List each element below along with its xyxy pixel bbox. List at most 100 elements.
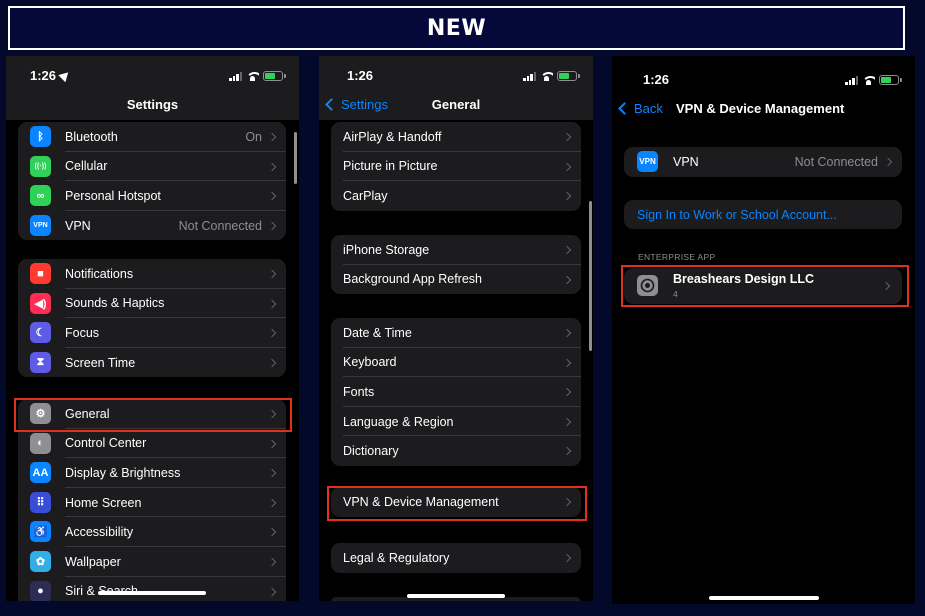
accessibility-icon: ♿	[30, 521, 51, 543]
settings-item-personal-hotspot[interactable]: ∞ Personal Hotspot	[18, 181, 286, 211]
chevron-right-icon	[562, 245, 572, 255]
control-center-icon: ◐	[30, 432, 51, 454]
row-label: Display & Brightness	[65, 465, 181, 480]
chevron-right-icon	[267, 162, 277, 171]
chevron-right-icon	[562, 132, 572, 142]
chevron-right-icon	[267, 269, 277, 279]
general-item-carplay[interactable]: CarPlay	[331, 181, 581, 211]
general-item-background-app-refresh[interactable]: Background App Refresh	[331, 265, 581, 295]
settings-item-notifications[interactable]: ■ Notifications	[18, 259, 286, 289]
back-button[interactable]: Back	[618, 101, 663, 116]
wifi-icon	[862, 75, 875, 85]
row-label: Sounds & Haptics	[65, 296, 165, 311]
row-value: Not Connected	[178, 218, 262, 233]
row-label: AirPlay & Handoff	[343, 129, 442, 144]
settings-item-screen-time[interactable]: ⧗ Screen Time	[18, 348, 286, 378]
general-item-fonts[interactable]: Fonts	[331, 377, 581, 407]
general-item-picture-in-picture[interactable]: Picture in Picture	[331, 152, 581, 182]
general-header: 1:26 Settings General	[319, 56, 593, 120]
general-item-date-time[interactable]: Date & Time	[331, 318, 581, 348]
chevron-right-icon	[267, 328, 277, 338]
settings-item-control-center[interactable]: ◐ Control Center	[18, 429, 286, 459]
chevron-right-icon	[267, 132, 277, 142]
settings-item-siri-search[interactable]: ●Siri & Search	[18, 577, 286, 601]
signal-icon	[523, 71, 536, 81]
chevron-right-icon	[562, 358, 572, 367]
hotspot-icon: ∞	[30, 185, 51, 207]
vpn-row[interactable]: VPN VPN Not Connected	[624, 147, 902, 177]
chevron-right-icon	[267, 587, 277, 596]
vpn-header: 1:26 Back VPN & Device Management	[612, 56, 915, 126]
wifi-icon	[540, 71, 553, 81]
vpn-device-highlight-box	[327, 486, 587, 521]
scrollbar[interactable]	[294, 132, 297, 184]
row-value: On	[245, 129, 262, 144]
settings-item-display-brightness[interactable]: AA Display & Brightness	[18, 458, 286, 488]
wallpaper-icon: ✿	[30, 551, 51, 572]
page-title: Settings	[126, 97, 179, 112]
row-label: Notifications	[65, 266, 134, 281]
sounds-icon: ◀)	[30, 292, 51, 314]
chevron-right-icon	[267, 498, 277, 508]
settings-item-accessibility[interactable]: ♿ Accessibility	[18, 517, 286, 547]
row-label: Wallpaper	[65, 554, 121, 569]
general-item-keyboard[interactable]: Keyboard	[331, 348, 581, 378]
settings-screen: 1:26 Settings ᛒ Bluetooth On ((·)) Cellular ∞…	[6, 56, 299, 601]
title-banner: NEW	[8, 6, 905, 50]
status-icons	[523, 71, 580, 81]
battery-icon	[557, 71, 580, 81]
settings-item-cellular[interactable]: ((·)) Cellular	[18, 152, 286, 182]
settings-item-home-screen[interactable]: ⠿ Home Screen	[18, 488, 286, 518]
general-group: Date & Time Keyboard Fonts Language & Regio…	[331, 318, 581, 466]
settings-item-focus[interactable]: ☾ Focus	[18, 318, 286, 348]
sign-in-work-school-button[interactable]: Sign In to Work or School Account...	[624, 200, 902, 229]
focus-moon-icon: ☾	[30, 322, 51, 344]
chevron-right-icon	[562, 275, 572, 284]
scrollbar[interactable]	[589, 201, 592, 351]
chevron-right-icon	[562, 162, 572, 171]
settings-item-bluetooth[interactable]: ᛒ Bluetooth On	[18, 122, 286, 152]
row-label: Home Screen	[65, 495, 142, 510]
settings-item-sounds-haptics[interactable]: ◀) Sounds & Haptics	[18, 289, 286, 319]
general-group: iPhone Storage Background App Refresh	[331, 235, 581, 295]
chevron-right-icon	[562, 191, 572, 201]
status-time: 1:26	[347, 68, 374, 83]
signal-icon	[845, 75, 858, 85]
vpn-label: VPN	[673, 154, 699, 169]
status-icons	[845, 75, 902, 85]
settings-group: ᛒ Bluetooth On ((·)) Cellular ∞ Personal Hotsp…	[18, 122, 286, 241]
general-item-dictionary[interactable]: Dictionary	[331, 436, 581, 466]
status-time: 1:26	[30, 68, 72, 83]
home-indicator	[98, 591, 206, 595]
general-item-airplay-handoff[interactable]: AirPlay & Handoff	[331, 122, 581, 152]
back-label: Back	[634, 101, 663, 116]
back-chevron-icon	[618, 102, 631, 115]
chevron-right-icon	[267, 468, 277, 478]
display-icon: AA	[30, 462, 51, 484]
row-label: Legal & Regulatory	[343, 550, 450, 565]
general-item-language-region[interactable]: Language & Region	[331, 407, 581, 437]
row-label: Control Center	[65, 436, 147, 451]
settings-header: 1:26 Settings	[6, 56, 299, 120]
siri-icon: ●	[30, 580, 51, 601]
vpn-icon: VPN	[637, 151, 658, 172]
section-header: ENTERPRISE APP	[638, 252, 716, 262]
chevron-right-icon	[267, 191, 277, 201]
banner-title: NEW	[426, 16, 487, 41]
home-indicator	[709, 596, 819, 600]
chevron-right-icon	[883, 157, 893, 167]
vpn-status: Not Connected	[794, 154, 878, 169]
row-label: Focus	[65, 325, 100, 340]
wifi-icon	[246, 71, 259, 81]
row-label: VPN	[65, 218, 91, 233]
chevron-right-icon	[562, 387, 572, 397]
settings-item-wallpaper[interactable]: ✿ Wallpaper	[18, 547, 286, 577]
general-item-iphone-storage[interactable]: iPhone Storage	[331, 235, 581, 265]
chevron-right-icon	[562, 447, 572, 456]
general-item-legal-regulatory[interactable]: Legal & Regulatory	[331, 543, 581, 573]
vpn-icon: VPN	[30, 214, 51, 236]
row-label: iPhone Storage	[343, 242, 430, 257]
battery-icon	[879, 75, 902, 85]
settings-item-vpn[interactable]: VPN VPN Not Connected	[18, 211, 286, 241]
home-screen-icon: ⠿	[30, 491, 51, 513]
